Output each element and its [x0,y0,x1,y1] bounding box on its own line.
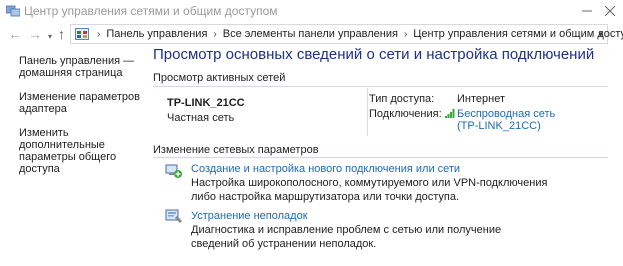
breadcrumb-all-items[interactable]: Все элементы панели управления [223,28,398,40]
breadcrumb: › Панель управления › Все элементы панели у… [91,28,623,40]
new-connection-link[interactable]: Создание и настройка нового подключения … [191,163,460,175]
vertical-divider [367,88,368,136]
change-settings-heading: Изменение сетевых параметров [153,144,319,156]
forward-button[interactable]: → [28,26,42,42]
sidebar: Панель управления — домашняя страница Из… [19,55,154,187]
sidebar-item-adapter-settings[interactable]: Изменение параметров адаптера [19,91,154,115]
minimize-icon[interactable] [582,6,592,16]
access-type-value: Интернет [457,93,505,105]
troubleshoot-link[interactable]: Устранение неполадок [191,210,308,222]
network-type[interactable]: Частная сеть [167,112,234,124]
connection-name-line2[interactable]: (TP-LINK_21CC) [457,120,555,132]
troubleshoot-icon [165,209,182,223]
address-dropdown-icon[interactable]: ▾ [598,29,603,40]
breadcrumb-separator[interactable]: › [213,29,216,40]
new-connection-description: Настройка широкополосного, коммутируемог… [191,177,548,203]
navigation-bar: ← → ▾ ↑ › Панель управления › Все элементы … [0,22,623,48]
connections-label: Подключения: [369,108,442,120]
access-type-label: Тип доступа: [369,93,435,105]
breadcrumb-separator: › [97,29,101,40]
connection-name-line1[interactable]: Беспроводная сеть [457,108,555,120]
address-bar[interactable]: › Панель управления › Все элементы панели у… [70,24,623,44]
breadcrumb-separator[interactable]: › [404,29,407,40]
network-center-icon [6,5,20,17]
recent-pages-chevron-icon[interactable]: ▾ [48,29,52,45]
network-name: TP-LINK_21CC [167,97,245,109]
divider [153,86,608,87]
page-title: Просмотр основных сведений о сети и наст… [153,46,595,63]
up-button[interactable]: ↑ [58,26,65,42]
wireless-connection-link[interactable]: Беспроводная сеть (TP-LINK_21CC) [457,108,555,132]
new-connection-icon [165,164,182,178]
close-icon[interactable] [605,6,615,16]
troubleshoot-description: Диагностика и исправление проблем с сеть… [191,224,502,250]
back-button[interactable]: ← [8,26,22,42]
control-panel-icon [75,28,89,40]
wifi-signal-icon [445,109,455,118]
divider [153,157,608,158]
sidebar-item-home[interactable]: Панель управления — домашняя страница [19,55,154,79]
window-title: Центр управления сетями и общим доступом [24,4,278,18]
sidebar-item-sharing-settings[interactable]: Изменить дополнительные параметры общего… [19,127,154,175]
active-networks-heading: Просмотр активных сетей [153,72,286,84]
breadcrumb-network-center[interactable]: Центр управления сетями и общим доступом [413,28,623,40]
breadcrumb-control-panel[interactable]: Панель управления [106,28,207,40]
title-bar: Центр управления сетями и общим доступом [0,0,623,22]
